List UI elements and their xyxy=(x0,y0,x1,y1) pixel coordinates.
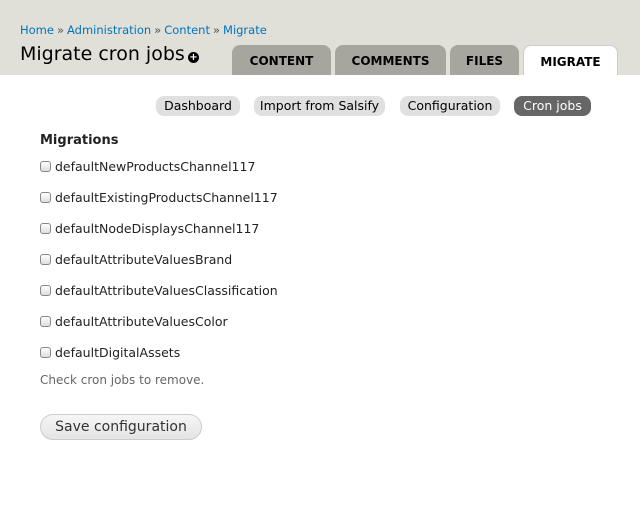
migration-option[interactable]: defaultDigitalAssets xyxy=(40,345,180,360)
migration-option[interactable]: defaultNodeDisplaysChannel117 xyxy=(40,221,259,236)
tab-files[interactable]: FILES xyxy=(450,45,519,75)
migration-option[interactable]: defaultAttributeValuesClassification xyxy=(40,283,278,298)
tab-migrate[interactable]: MIGRATE xyxy=(523,45,618,75)
checkbox[interactable] xyxy=(40,347,51,358)
option-label: defaultNewProductsChannel117 xyxy=(55,159,256,174)
breadcrumb-separator: » xyxy=(56,23,65,37)
migration-option[interactable]: defaultNewProductsChannel117 xyxy=(40,159,255,174)
option-label: defaultAttributeValuesClassification xyxy=(55,283,278,298)
option-label: defaultExistingProductsChannel117 xyxy=(55,190,278,205)
option-label: defaultDigitalAssets xyxy=(55,345,181,360)
option-label: defaultNodeDisplaysChannel117 xyxy=(55,221,260,236)
breadcrumb-separator: » xyxy=(212,23,221,37)
subtab-dashboard[interactable]: Dashboard xyxy=(156,96,240,116)
breadcrumb-content[interactable]: Content xyxy=(164,23,210,37)
tab-comments[interactable]: COMMENTS xyxy=(335,45,446,75)
subtab-import-from-salsify[interactable]: Import from Salsify xyxy=(254,96,385,116)
migrations-label: Migrations xyxy=(40,133,119,148)
checkbox[interactable] xyxy=(40,223,51,234)
option-label: defaultAttributeValuesBrand xyxy=(55,252,233,267)
breadcrumb: Home» Administration» Content» Migrate xyxy=(20,23,267,37)
breadcrumb-migrate[interactable]: Migrate xyxy=(223,23,267,37)
option-label: defaultAttributeValuesColor xyxy=(55,314,228,329)
plus-circle-icon[interactable]: + xyxy=(188,52,199,63)
migration-option[interactable]: defaultExistingProductsChannel117 xyxy=(40,190,278,205)
checkbox[interactable] xyxy=(40,285,51,296)
page-title: Migrate cron jobs xyxy=(20,43,185,65)
subtab-cron-jobs[interactable]: Cron jobs xyxy=(514,96,591,116)
checkbox[interactable] xyxy=(40,161,51,172)
breadcrumb-separator: » xyxy=(154,23,162,37)
breadcrumb-home[interactable]: Home xyxy=(20,23,54,37)
migration-option[interactable]: defaultAttributeValuesColor xyxy=(40,314,228,329)
checkbox[interactable] xyxy=(40,192,51,203)
checkbox[interactable] xyxy=(40,316,51,327)
breadcrumb-administration[interactable]: Administration xyxy=(67,23,151,37)
subtab-configuration[interactable]: Configuration xyxy=(400,96,500,116)
save-configuration-button[interactable]: Save configuration xyxy=(40,414,202,440)
migration-option[interactable]: defaultAttributeValuesBrand xyxy=(40,252,232,267)
checkbox[interactable] xyxy=(40,254,51,265)
tab-content[interactable]: CONTENT xyxy=(232,45,331,75)
field-description: Check cron jobs to remove. xyxy=(40,373,205,387)
